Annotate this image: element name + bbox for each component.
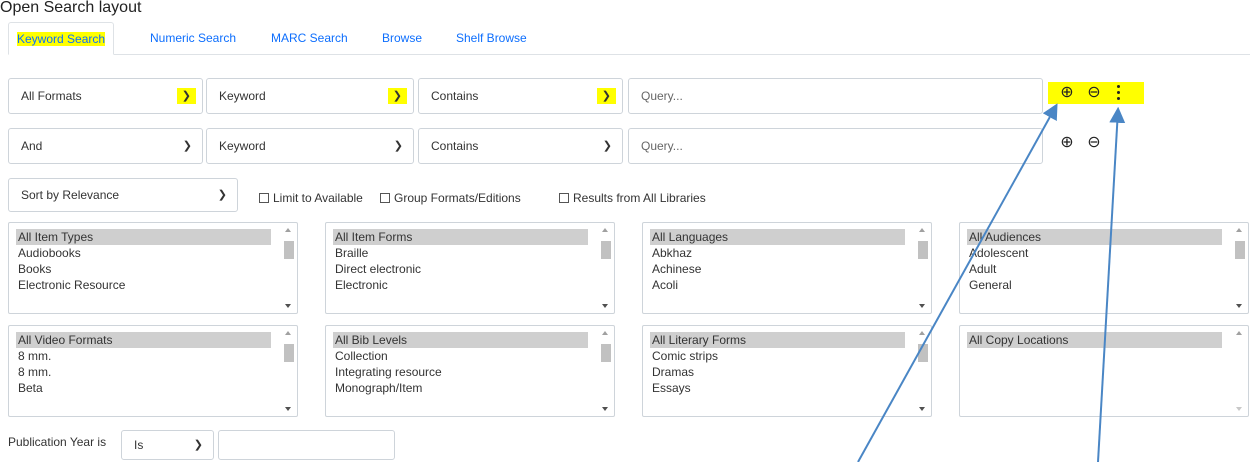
arrow-to-more-icon	[1097, 106, 1126, 462]
arrow-to-add-icon	[857, 103, 1058, 462]
annotation-arrows	[857, 103, 1126, 462]
